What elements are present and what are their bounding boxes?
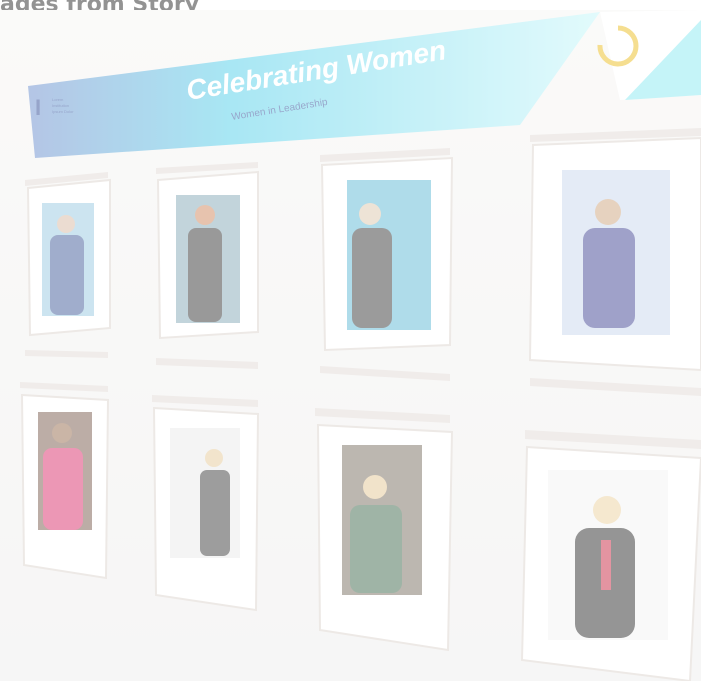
frame-1 [26,178,111,337]
subject-head [595,199,621,225]
logo-mark: I [35,95,41,120]
subject-head [52,423,72,443]
subject-body [352,228,392,328]
frame-3 [320,156,454,352]
frame-7 [316,423,454,652]
subject-head [57,215,75,233]
frame-2 [156,170,259,340]
frame-5 [20,393,110,580]
frame-6 [152,406,260,612]
subject-body [43,448,83,530]
logo-text-3: Ipsum Dolor [52,109,74,114]
subject-head [593,496,621,524]
subject-head [195,205,215,225]
subject-body [200,470,230,556]
subject-body [50,235,84,315]
frame-4 [528,136,701,372]
logo-text-2: Institution [52,103,69,108]
photo-wall-scene: I Lorem Institution Ipsum Dolor Celebrat… [0,10,701,681]
subject-head [205,449,223,467]
subject-body [583,228,635,328]
logo-text-1: Lorem [52,97,64,102]
subject-head [359,203,381,225]
subject-body [188,228,222,322]
subject-body [350,505,402,593]
subject-head [363,475,387,499]
red-top [601,540,611,590]
frame-8 [520,445,701,681]
